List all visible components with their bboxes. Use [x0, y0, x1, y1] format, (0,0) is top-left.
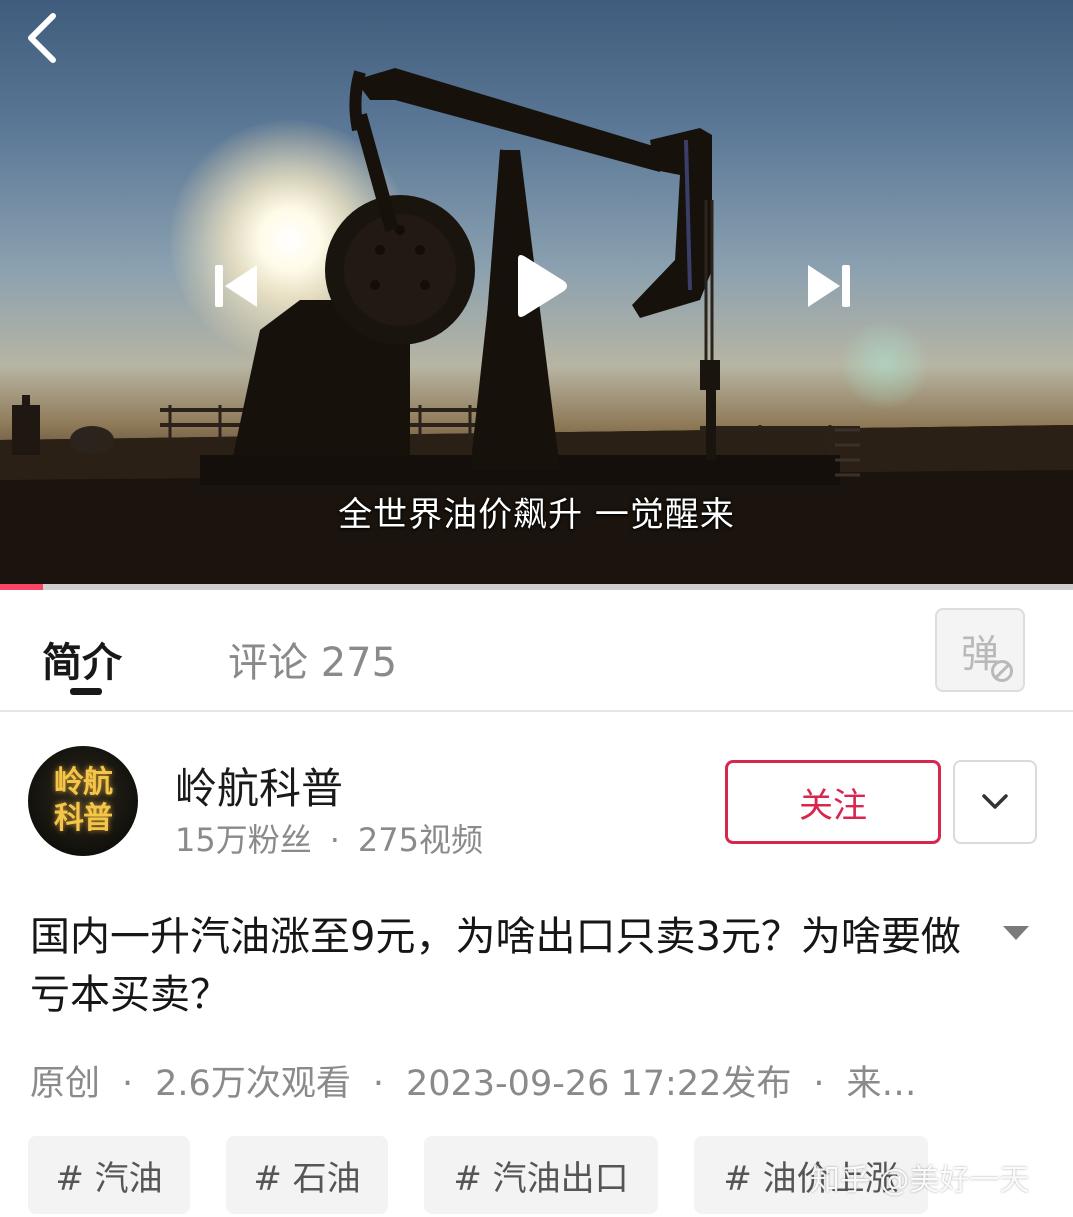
tag-chip[interactable]: # 汽油 [28, 1136, 190, 1214]
source-label: 来… [846, 1064, 917, 1104]
fans-count: 15万粉丝 [175, 821, 312, 859]
video-player[interactable]: 全世界油价飙升 一觉醒来 [0, 0, 1073, 590]
play-icon [518, 255, 567, 317]
content-tabs: 简介 评论 275 [0, 590, 1073, 712]
previous-button[interactable] [205, 256, 265, 316]
tab-comments[interactable]: 评论 275 [228, 630, 397, 688]
danmaku-label: 弹 [961, 623, 1013, 682]
more-options-button[interactable] [953, 760, 1037, 844]
video-meta: 原创 · 2.6万次观看 · 2023-09-26 17:22发布 · 来… [30, 1055, 1060, 1106]
follow-button[interactable]: 关注 [725, 760, 941, 844]
view-count: 2.6万次观看 [155, 1064, 351, 1104]
publish-time: 2023-09-26 17:22发布 [405, 1064, 792, 1104]
caret-down-icon [1003, 926, 1029, 940]
video-subtitle: 全世界油价飙升 一觉醒来 [338, 495, 735, 535]
meta-separator: · [813, 1064, 825, 1104]
next-icon [808, 265, 850, 307]
expand-description-button[interactable] [995, 918, 1037, 948]
active-tab-indicator [70, 688, 102, 695]
channel-name[interactable]: 岭航科普 [175, 755, 343, 816]
video-count: 275视频 [357, 821, 483, 859]
chevron-down-icon [982, 794, 1008, 809]
stats-separator: · [329, 821, 340, 859]
next-button[interactable] [800, 256, 860, 316]
avatar-text-line2: 科普 [54, 801, 113, 836]
video-title: 国内一升汽油涨至9元，为啥出口只卖3元？为啥要做亏本买卖？ [30, 914, 961, 1018]
back-button[interactable] [14, 8, 70, 68]
meta-separator: · [372, 1064, 384, 1104]
danmaku-toggle-button[interactable]: 弹 [935, 608, 1025, 692]
play-button[interactable] [500, 246, 580, 326]
tag-chip[interactable]: # 石油 [226, 1136, 388, 1214]
watermark: 知乎 @美好一天 [810, 1163, 1030, 1198]
channel-avatar[interactable]: 岭航 科普 [28, 746, 138, 856]
meta-separator: · [122, 1064, 134, 1104]
avatar-text-line1: 岭航 [54, 765, 113, 800]
original-badge: 原创 [30, 1064, 101, 1104]
danmaku-off-icon [991, 659, 1013, 682]
back-chevron-icon [28, 13, 56, 63]
tab-intro[interactable]: 简介 [42, 630, 122, 688]
channel-stats: 15万粉丝 · 275视频 [175, 815, 483, 861]
previous-icon [215, 265, 257, 307]
tag-chip[interactable]: # 汽油出口 [424, 1136, 658, 1214]
